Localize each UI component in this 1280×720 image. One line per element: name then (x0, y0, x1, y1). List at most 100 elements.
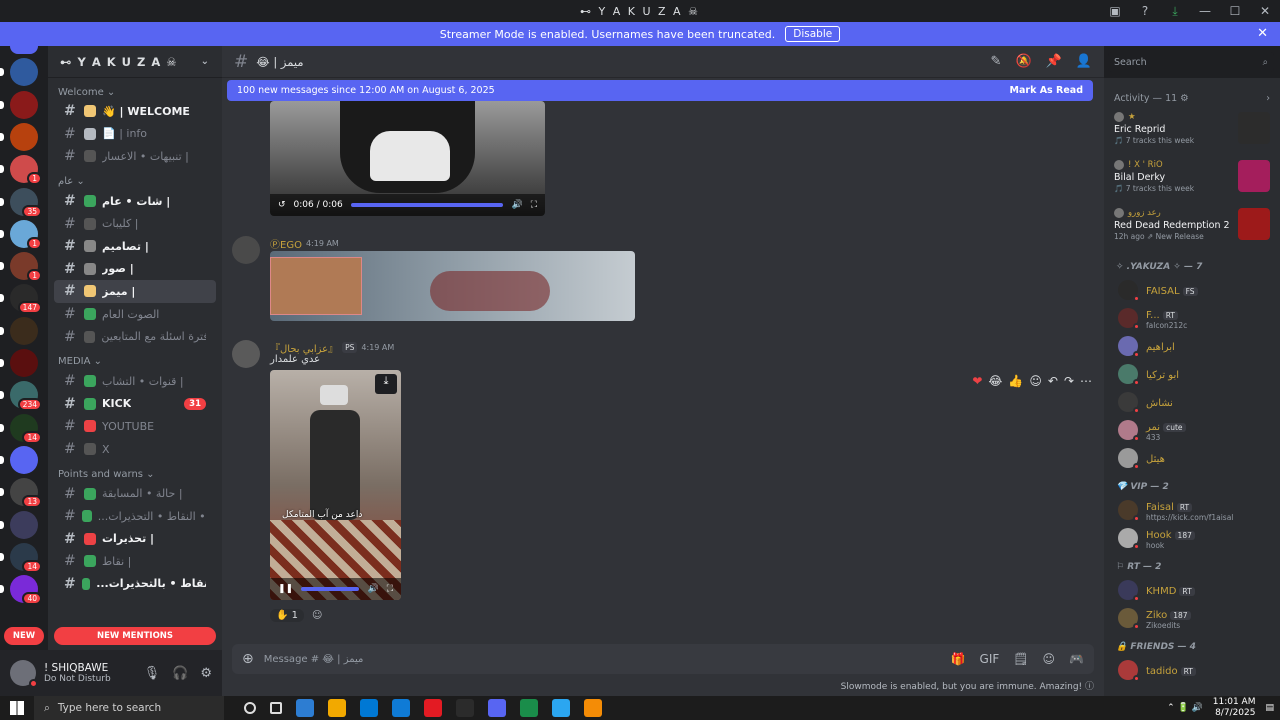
taskbar-app-icon[interactable] (296, 699, 314, 717)
category-general[interactable]: عام ⌄ (48, 174, 222, 190)
task-view-icon[interactable] (270, 702, 282, 714)
fullscreen-icon[interactable]: ⛶ (531, 200, 537, 210)
activity-item[interactable]: رعد زورو Red Dead Redemption 2 12h ago ⇗ N… (1104, 204, 1280, 252)
avatar[interactable] (232, 236, 260, 264)
reply-icon[interactable]: ↶ (1048, 374, 1058, 388)
server-icon[interactable] (0, 58, 38, 87)
server-icon[interactable]: 1 (0, 155, 42, 186)
category-points[interactable]: Points and warns ⌄ (48, 466, 222, 482)
member-item[interactable]: F... RT falcon212c (1104, 304, 1280, 332)
emoji-icon[interactable]: ☺ (1043, 652, 1056, 666)
channel-item[interactable]: # YOUTUBE (54, 415, 216, 438)
server-icon[interactable]: 14 (0, 542, 42, 573)
channel-item[interactable]: # 👋 | WELCOME (54, 100, 216, 123)
channel-item[interactable]: # تنبيهات • الاعسار | (54, 145, 216, 168)
channel-item[interactable]: # X (54, 438, 216, 461)
message-composer[interactable]: ⊕ Message # 😂 | ميمز 🎁 GIF 🗒 ☺ 🎮 (232, 644, 1094, 674)
threads-icon[interactable]: ✎ (991, 54, 1002, 69)
laugh-reaction-icon[interactable]: 😂 (988, 374, 1002, 388)
member-item[interactable]: نشاش (1104, 388, 1280, 416)
channel-item[interactable]: # فترة اسئلة مع المتابعين (54, 325, 216, 348)
new-mentions-pill[interactable]: NEW MENTIONS (54, 627, 216, 645)
thumbs-up-icon[interactable]: 👍 (1008, 374, 1023, 388)
server-icon[interactable]: 13 (0, 478, 42, 509)
disable-button[interactable]: Disable (785, 26, 841, 42)
server-icon[interactable]: 35 (0, 187, 42, 218)
system-tray-icons[interactable]: ⌃ 🔋 🔊 (1167, 703, 1203, 713)
taskbar-app-icon[interactable] (552, 699, 570, 717)
gear-icon[interactable]: ⚙ (200, 666, 212, 681)
member-item[interactable]: Hook 187 hook (1104, 524, 1280, 552)
taskbar-app-icon[interactable] (488, 699, 506, 717)
pin-icon[interactable]: 📌 (1046, 54, 1062, 69)
taskbar-app-icon[interactable] (328, 699, 346, 717)
volume-icon[interactable]: 🔊 (511, 200, 522, 210)
category-welcome[interactable]: Welcome ⌄ (48, 84, 222, 100)
fullscreen-icon[interactable]: ⛶ (387, 584, 393, 594)
message-author[interactable]: 『عزابي بحال』 PS 4:19 AM (270, 340, 394, 355)
close-window-button[interactable]: ✕ (1250, 4, 1280, 18)
video-embed[interactable]: داعد من آب المتامكل ⤓ ❚❚ 🔊 ⛶ (270, 370, 401, 600)
channel-item[interactable]: # 📄 | info (54, 123, 216, 146)
channel-item[interactable]: # تصاميم | (54, 235, 216, 258)
mark-as-read-button[interactable]: Mark As Read (1010, 85, 1083, 96)
taskbar-app-icon[interactable] (520, 699, 538, 717)
mute-icon[interactable]: 🔕 (1015, 54, 1031, 69)
server-icon[interactable] (0, 90, 38, 119)
server-icon[interactable]: 1 (0, 219, 42, 250)
channel-item[interactable]: # صور | (54, 258, 216, 281)
channel-item[interactable]: # شات • عام | (54, 190, 216, 213)
taskbar-app-icon[interactable] (360, 699, 378, 717)
clock[interactable]: 11:01 AM 8/7/2025 (1213, 697, 1256, 719)
new-messages-bar[interactable]: 100 new messages since 12:00 AM on Augus… (227, 80, 1093, 101)
members-icon[interactable]: 👤 (1076, 54, 1092, 69)
message-input[interactable]: Message # 😂 | ميمز (264, 654, 364, 665)
video-progress[interactable] (350, 203, 504, 207)
new-pill[interactable]: NEW (4, 627, 44, 645)
headphones-icon[interactable]: 🎧 (172, 666, 188, 681)
member-item[interactable]: Faisal RT https://kick.com/f1aisal (1104, 496, 1280, 524)
member-item[interactable]: ابراهيم (1104, 332, 1280, 360)
channel-item[interactable]: # كليبات | (54, 212, 216, 235)
member-item[interactable]: tadido RT (1104, 656, 1280, 684)
windows-start-icon[interactable] (10, 701, 24, 715)
avatar[interactable] (10, 660, 38, 688)
plus-icon[interactable]: ⊕ (242, 651, 254, 667)
category-media[interactable]: MEDIA ⌄ (48, 354, 222, 370)
member-item[interactable]: هيثل (1104, 444, 1280, 472)
download-icon[interactable]: ⤓ (375, 374, 397, 394)
taskbar-app-icon[interactable] (584, 699, 602, 717)
server-icon[interactable]: 40 (0, 575, 42, 606)
channel-item[interactable]: # الصوت العام (54, 303, 216, 326)
activity-header[interactable]: Activity — 11 ⚙ › (1104, 88, 1280, 108)
gif-icon[interactable]: GIF (980, 652, 1000, 666)
taskbar-app-icon[interactable] (424, 699, 442, 717)
forward-icon[interactable]: ↷ (1064, 374, 1074, 388)
minimize-button[interactable]: — (1190, 4, 1220, 18)
help-icon[interactable]: ? (1130, 4, 1160, 18)
close-icon[interactable]: ✕ (1257, 26, 1268, 41)
member-item[interactable]: KHMD RT (1104, 576, 1280, 604)
channel-item[interactable]: # قنوات • التشاب | (54, 370, 216, 393)
pause-icon[interactable]: ❚❚ (278, 584, 293, 594)
add-reaction-icon[interactable]: ☺ (1029, 374, 1042, 388)
server-icon[interactable] (0, 349, 38, 377)
server-icon[interactable]: 14 (0, 413, 42, 444)
search-input[interactable]: Search ⌕ (1108, 52, 1274, 72)
video-embed[interactable]: ↺ 0:06 / 0:06 🔊 ⛶ (270, 101, 545, 216)
microphone-icon[interactable]: 🎙 (144, 666, 161, 681)
server-icon[interactable] (0, 510, 38, 539)
replay-icon[interactable]: ↺ (278, 200, 286, 210)
gift-icon[interactable]: 🎁 (951, 652, 966, 666)
member-item[interactable]: ابو تركيا (1104, 360, 1280, 388)
channel-item[interactable]: # ميمز | (54, 280, 216, 303)
activity-item[interactable]: ★ Eric Reprid 🎵 7 tracks this week (1104, 108, 1280, 156)
inbox-icon[interactable]: ▣ (1100, 4, 1130, 18)
avatar[interactable] (232, 340, 260, 368)
channel-item[interactable]: # تحذيرات | (54, 528, 216, 551)
volume-icon[interactable]: 🔊 (367, 584, 378, 594)
server-icon[interactable]: 147 (0, 284, 42, 315)
heart-reaction-icon[interactable]: ❤ (972, 374, 982, 388)
sticker-icon[interactable]: 🗒 (1013, 652, 1028, 666)
more-icon[interactable]: ⋯ (1080, 374, 1092, 388)
